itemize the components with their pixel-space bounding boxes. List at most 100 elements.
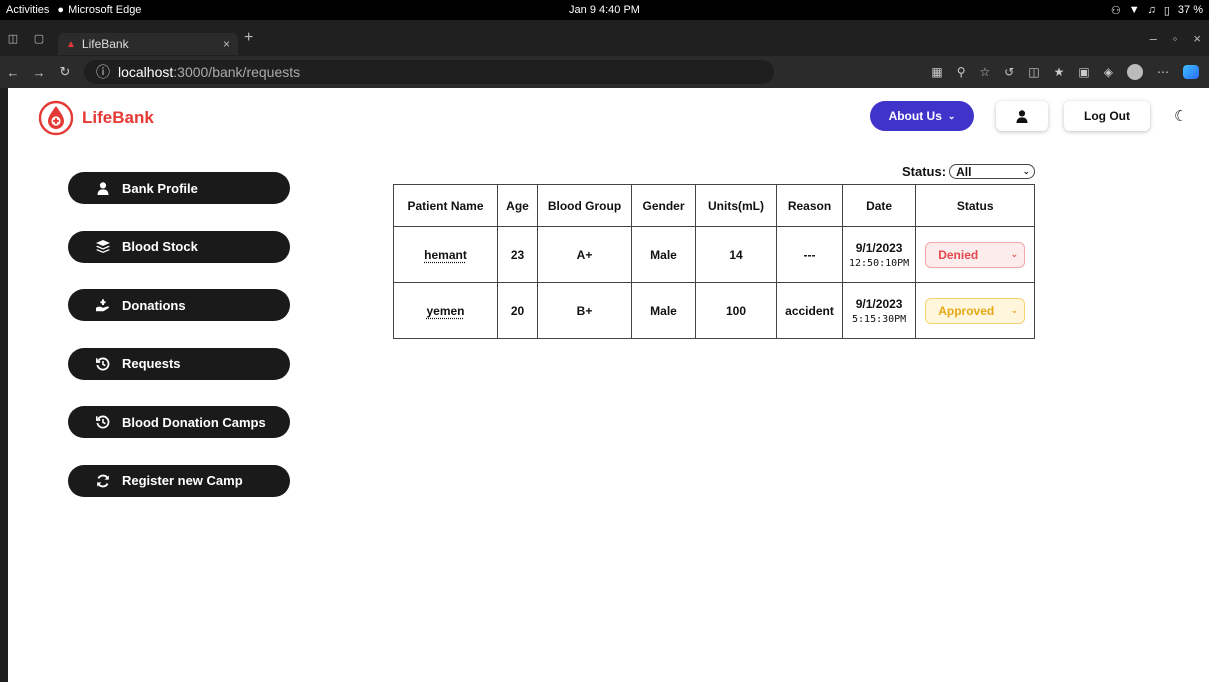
col-age: Age bbox=[497, 184, 538, 227]
profile-button[interactable] bbox=[996, 101, 1048, 131]
sidebar-item-donations[interactable]: Donations bbox=[68, 289, 290, 321]
wifi-icon: ▼ bbox=[1128, 4, 1140, 16]
sidebar-item-register-new-camp[interactable]: Register new Camp bbox=[68, 464, 290, 497]
patient-name-cell[interactable]: hemant bbox=[393, 226, 498, 283]
extension-icon[interactable]: ↺ bbox=[1004, 65, 1014, 79]
history-icon bbox=[96, 415, 110, 429]
status-filter-value: All bbox=[956, 164, 972, 179]
status-value: Approved bbox=[938, 303, 995, 318]
chevron-down-icon: ⌄ bbox=[1022, 166, 1031, 176]
volume-icon: ♫ bbox=[1147, 4, 1156, 16]
app-menu[interactable]: ● Microsoft Edge bbox=[57, 4, 141, 16]
gender-cell: Male bbox=[631, 226, 696, 283]
status-value: Denied bbox=[938, 247, 979, 262]
gender-cell: Male bbox=[631, 282, 696, 339]
patient-name[interactable]: yemen bbox=[426, 304, 464, 318]
col-units: Units(mL) bbox=[695, 184, 777, 227]
table-row: hemant 23 A+ Male 14 --- 9/1/2023 12:50:… bbox=[393, 226, 1036, 283]
status-filter: Status: All ⌄ bbox=[902, 164, 1036, 179]
table-header-row: Patient Name Age Blood Group Gender Unit… bbox=[393, 184, 1036, 227]
sidebar-item-label: Blood Stock bbox=[122, 239, 198, 254]
split-screen-icon[interactable]: ◫ bbox=[1028, 65, 1039, 79]
activities-button[interactable]: Activities bbox=[0, 4, 57, 16]
col-blood-group: Blood Group bbox=[537, 184, 632, 227]
status-filter-label: Status: bbox=[902, 164, 947, 179]
units-cell: 14 bbox=[695, 226, 777, 283]
workspaces-icon[interactable]: ◫ bbox=[0, 32, 26, 45]
collections-icon[interactable]: ▣ bbox=[1078, 65, 1089, 79]
refresh-icon bbox=[96, 474, 110, 488]
app-name: Microsoft Edge bbox=[68, 4, 142, 16]
status-cell: Denied ⌄ bbox=[915, 226, 1036, 283]
dark-mode-moon-icon[interactable]: ☾ bbox=[1174, 107, 1187, 125]
site-info-icon[interactable]: ⓘ bbox=[96, 62, 110, 82]
col-status: Status bbox=[915, 184, 1036, 227]
blood-drop-logo-icon bbox=[38, 100, 74, 136]
tab-actions-icon[interactable]: ▢ bbox=[26, 32, 52, 45]
date-value: 9/1/2023 bbox=[855, 240, 903, 255]
clock[interactable]: Jan 9 4:40 PM bbox=[0, 4, 1209, 16]
page-viewport: LifeBank About Us ⌄ Log Out ☾ Bank Profi… bbox=[8, 88, 1209, 682]
sidebar-item-label: Requests bbox=[122, 356, 181, 371]
forward-icon[interactable]: → bbox=[26, 65, 52, 80]
sidebar-item-bank-profile[interactable]: Bank Profile bbox=[68, 172, 290, 204]
address-bar[interactable]: ⓘ localhost:3000/bank/requests bbox=[84, 60, 774, 84]
restore-icon[interactable]: ◦ bbox=[1173, 31, 1178, 46]
battery-percent: 37 % bbox=[1177, 4, 1203, 16]
zoom-icon[interactable]: ⚲ bbox=[957, 65, 966, 79]
date-cell: 9/1/2023 12:50:10PM bbox=[841, 226, 917, 283]
back-icon[interactable]: ← bbox=[0, 65, 26, 80]
date-value: 9/1/2023 bbox=[855, 296, 903, 311]
sidebar-item-blood-donation-camps[interactable]: Blood Donation Camps bbox=[68, 406, 290, 438]
patient-name[interactable]: hemant bbox=[424, 248, 467, 262]
close-tab-icon[interactable]: × bbox=[223, 37, 230, 51]
col-date: Date bbox=[841, 184, 917, 227]
new-tab-icon[interactable]: + bbox=[244, 29, 253, 47]
col-patient-name: Patient Name bbox=[393, 184, 498, 227]
status-filter-select[interactable]: All ⌄ bbox=[949, 164, 1036, 179]
sidebar-item-requests[interactable]: Requests bbox=[68, 347, 290, 380]
favorite-star-icon[interactable]: ☆ bbox=[979, 65, 990, 79]
date-cell: 9/1/2023 5:15:30PM bbox=[841, 282, 917, 339]
browser-essentials-icon[interactable]: ◈ bbox=[1104, 65, 1113, 79]
hand-holding-icon bbox=[96, 298, 110, 312]
history-icon bbox=[96, 357, 110, 371]
more-options-icon[interactable]: ⋯ bbox=[1157, 65, 1169, 79]
url-host: localhost bbox=[118, 64, 174, 80]
tab-lifebank[interactable]: ▲ LifeBank × bbox=[58, 33, 238, 55]
age-cell: 20 bbox=[497, 282, 538, 339]
minimize-icon[interactable]: – bbox=[1150, 31, 1157, 46]
system-tray[interactable]: ⚇ ▼ ♫ ▯ 37 % bbox=[1111, 0, 1203, 20]
col-reason: Reason bbox=[776, 184, 843, 227]
browser-tab-strip: ◫ ▢ ▲ LifeBank × + – ◦ × bbox=[0, 20, 1209, 56]
reload-icon[interactable]: ↻ bbox=[52, 64, 78, 80]
status-select[interactable]: Approved ⌄ bbox=[925, 297, 1026, 324]
about-us-button[interactable]: About Us ⌄ bbox=[870, 101, 974, 131]
user-icon bbox=[1016, 109, 1028, 123]
reason-cell: --- bbox=[776, 226, 843, 283]
sidebar-item-label: Bank Profile bbox=[122, 180, 198, 196]
requests-table: Patient Name Age Blood Group Gender Unit… bbox=[393, 184, 1036, 339]
user-icon bbox=[96, 181, 110, 195]
system-top-bar: Activities ● Microsoft Edge Jan 9 4:40 P… bbox=[0, 0, 1209, 20]
close-window-icon[interactable]: × bbox=[1193, 31, 1201, 46]
about-us-label: About Us bbox=[888, 109, 942, 123]
sidebar-item-blood-stock[interactable]: Blood Stock bbox=[68, 230, 290, 263]
patient-name-cell[interactable]: yemen bbox=[393, 282, 498, 339]
brand[interactable]: LifeBank bbox=[38, 100, 154, 136]
browser-tools: ▦ ⚲ ☆ ↺ ◫ ★ ▣ ◈ ⋯ bbox=[931, 64, 1199, 80]
battery-icon: ▯ bbox=[1163, 4, 1170, 17]
copilot-icon[interactable] bbox=[1183, 65, 1199, 79]
favorites-icon[interactable]: ★ bbox=[1054, 65, 1065, 79]
blood-group-cell: A+ bbox=[537, 226, 632, 283]
favicon-icon: ▲ bbox=[66, 38, 76, 50]
chevron-down-icon: ⌄ bbox=[947, 110, 956, 121]
app-available-icon[interactable]: ▦ bbox=[931, 65, 942, 79]
status-select[interactable]: Denied ⌄ bbox=[925, 241, 1026, 268]
tab-title: LifeBank bbox=[81, 37, 129, 51]
logout-button[interactable]: Log Out bbox=[1064, 101, 1150, 131]
profile-avatar[interactable] bbox=[1127, 64, 1143, 80]
status-cell: Approved ⌄ bbox=[915, 282, 1036, 339]
accessibility-icon[interactable]: ⚇ bbox=[1111, 4, 1121, 17]
time-value: 12:50:10PM bbox=[849, 257, 910, 269]
